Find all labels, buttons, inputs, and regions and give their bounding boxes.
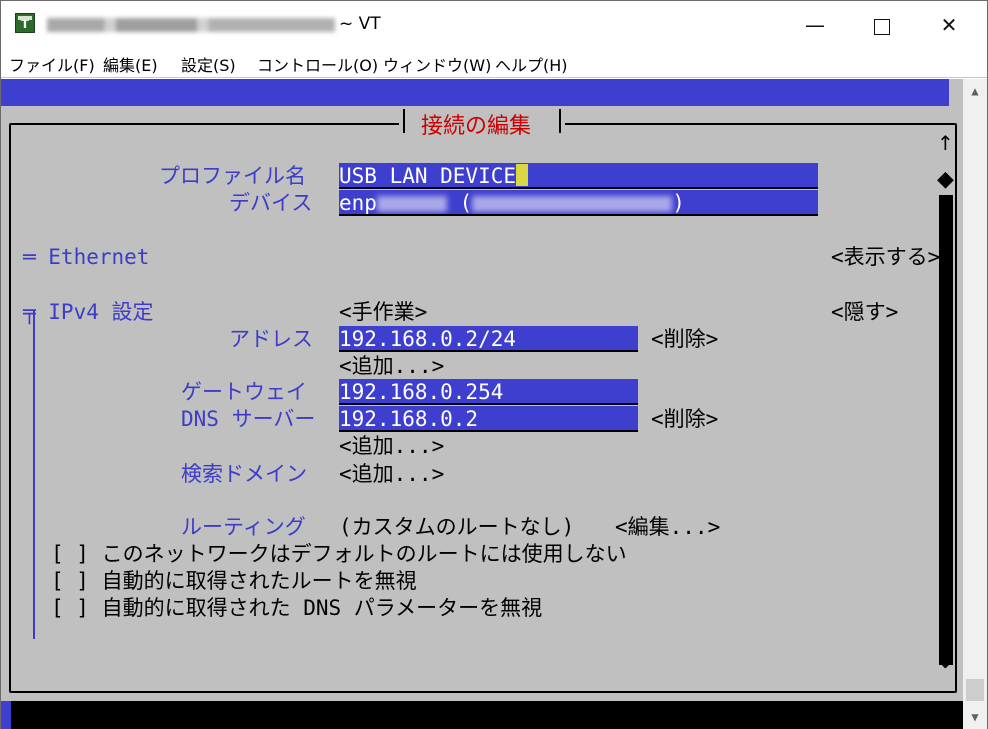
redacted-mac-address <box>472 196 673 212</box>
device-label: デバイス <box>229 191 313 215</box>
ipv4-section-line <box>33 311 35 639</box>
maximize-icon <box>874 18 890 35</box>
gateway-label: ゲートウェイ <box>181 380 307 404</box>
close-button[interactable]: ✕ <box>917 1 981 49</box>
ethernet-section-label[interactable]: ═ Ethernet <box>23 244 149 270</box>
dns-add-button[interactable]: <追加...> <box>339 433 444 459</box>
menu-help[interactable]: ヘルプ(H) <box>495 52 568 76</box>
dns-delete-button[interactable]: <削除> <box>651 406 718 432</box>
address-add-button[interactable]: <追加...> <box>339 353 444 379</box>
scroll-down-arrow-icon[interactable]: ↓ <box>937 649 954 673</box>
search-domain-add-button[interactable]: <追加...> <box>339 461 444 487</box>
redacted-device-id <box>376 196 447 212</box>
menu-bar: ファイル(F) 編集(E) 設定(S) コントロール(O) ウィンドウ(W) ヘ… <box>1 49 987 78</box>
terminal-header-bar <box>1 79 949 106</box>
profile-name-field[interactable]: USB LAN DEVICE <box>339 163 818 189</box>
address-label: アドレス <box>229 327 313 351</box>
routing-label: ルーティング <box>181 515 306 539</box>
terminal-screen[interactable]: 接続の編集 プロファイル名 USB LAN DEVICE デバイス enp ()… <box>1 79 963 729</box>
menu-window[interactable]: ウィンドウ(W) <box>383 52 491 76</box>
scroll-thumb-icon[interactable]: ◆ <box>937 167 954 192</box>
maximize-button[interactable] <box>850 1 914 49</box>
dns-field[interactable]: 192.168.0.2 <box>339 406 638 432</box>
menu-file[interactable]: ファイル(F) <box>9 52 95 76</box>
menu-control[interactable]: コントロール(O) <box>257 52 378 76</box>
checkbox-never-default-route[interactable]: [ ] このネットワークはデフォルトのルートには使用しない <box>51 541 627 567</box>
profile-name-value: USB LAN DEVICE <box>339 164 517 188</box>
menu-settings[interactable]: 設定(S) <box>181 52 236 76</box>
ipv4-method-select[interactable]: <手作業> <box>339 299 427 325</box>
address-field[interactable]: 192.168.0.2/24 <box>339 326 638 352</box>
minimize-button[interactable]: — <box>783 1 847 49</box>
search-domain-label: 検索ドメイン <box>181 462 307 486</box>
title-bar: T ~ VT — ✕ <box>1 1 987 49</box>
redacted-hostname <box>47 18 335 32</box>
terminal-status-marker <box>1 701 11 729</box>
routing-value: (カスタムのルートなし) <box>339 515 575 539</box>
ipv4-section-label: ╤ IPv4 設定 <box>23 300 154 324</box>
ipv4-hide-button[interactable]: <隠す> <box>831 299 898 325</box>
menu-edit[interactable]: 編集(E) <box>103 52 158 76</box>
scroll-track[interactable] <box>939 195 953 665</box>
address-delete-button[interactable]: <削除> <box>651 326 718 352</box>
title-right-tick <box>559 109 561 133</box>
window-scroll-down-icon[interactable]: ▼ <box>963 705 987 729</box>
checkbox-ignore-auto-routes[interactable]: [ ] 自動的に取得されたルートを無視 <box>51 568 417 594</box>
profile-name-label: プロファイル名 <box>159 164 306 188</box>
device-field[interactable]: enp () <box>339 190 818 216</box>
terminal-window: T ~ VT — ✕ ファイル(F) 編集(E) 設定(S) コントロール(O)… <box>0 0 988 729</box>
routing-edit-button[interactable]: <編集...> <box>615 514 720 540</box>
device-prefix: enp <box>339 191 377 215</box>
teraterm-app-icon[interactable]: T <box>15 13 35 33</box>
device-paren-close: ) <box>672 191 685 215</box>
text-cursor <box>516 164 529 186</box>
dialog-title: 接続の編集 <box>421 114 532 139</box>
device-paren-open: ( <box>446 191 473 215</box>
scroll-up-arrow-icon[interactable]: ↑ <box>937 131 954 155</box>
gateway-field[interactable]: 192.168.0.254 <box>339 379 638 405</box>
ethernet-show-button[interactable]: <表示する> <box>831 244 940 270</box>
terminal-status-bar <box>11 701 963 729</box>
dialog-scrollbar[interactable]: ↑ ◆ ↓ <box>937 131 954 675</box>
dns-label: DNS サーバー <box>181 407 316 431</box>
title-left-tick <box>403 109 405 133</box>
window-title: ~ VT <box>339 14 381 34</box>
checkbox-ignore-auto-dns[interactable]: [ ] 自動的に取得された DNS パラメーターを無視 <box>51 595 542 621</box>
window-scroll-thumb[interactable] <box>966 679 984 701</box>
window-scroll-up-icon[interactable]: ▲ <box>963 79 987 103</box>
window-scrollbar[interactable]: ▲ ▼ <box>963 79 987 729</box>
